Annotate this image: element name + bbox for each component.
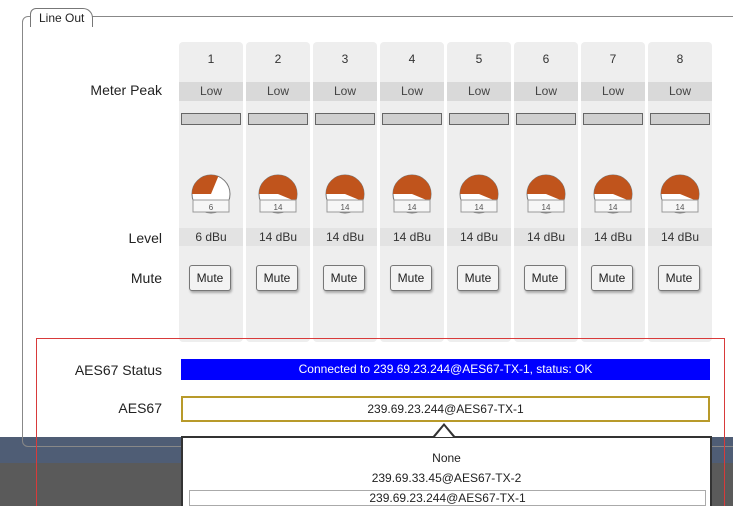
channel-number: 5: [475, 52, 483, 66]
meter-peak-value: Low: [514, 82, 578, 101]
mute-button[interactable]: Mute: [658, 265, 700, 291]
mute-button[interactable]: Mute: [189, 265, 231, 291]
knob-value-text: 14: [274, 203, 283, 212]
mute-button[interactable]: Mute: [390, 265, 432, 291]
knob-value-text: 14: [475, 203, 484, 212]
peak-meter-bar: [516, 113, 576, 125]
meter-peak-value: Low: [581, 82, 645, 101]
aes67-status-bar: Connected to 239.69.23.244@AES67-TX-1, s…: [181, 359, 710, 380]
mute-button[interactable]: Mute: [457, 265, 499, 291]
channel-number: 1: [207, 52, 215, 66]
peak-meter-bar: [382, 113, 442, 125]
level-value: 14 dBu: [514, 228, 578, 246]
mute-label: Mute: [130, 270, 162, 286]
level-value: 14 dBu: [447, 228, 511, 246]
mute-button[interactable]: Mute: [524, 265, 566, 291]
meter-peak-value: Low: [246, 82, 310, 101]
level-knob[interactable]: 14: [658, 170, 702, 214]
level-label: Level: [128, 230, 162, 246]
peak-meter-bar: [650, 113, 710, 125]
peak-meter-bar: [583, 113, 643, 125]
peak-meter-bar: [181, 113, 241, 125]
knob-value-text: 6: [209, 203, 214, 212]
level-value: 14 dBu: [246, 228, 310, 246]
level-value: 14 dBu: [380, 228, 444, 246]
meter-peak-value: Low: [313, 82, 377, 101]
meter-peak-value: Low: [380, 82, 444, 101]
mute-button[interactable]: Mute: [591, 265, 633, 291]
knob-value-text: 14: [542, 203, 551, 212]
channel-number: 6: [542, 52, 550, 66]
level-knob[interactable]: 14: [256, 170, 300, 214]
channel-number: 7: [609, 52, 617, 66]
dropdown-caret-inner: [435, 426, 453, 437]
knob-value-text: 14: [609, 203, 618, 212]
peak-meter-bar: [449, 113, 509, 125]
level-value: 14 dBu: [313, 228, 377, 246]
meter-peak-value: Low: [648, 82, 712, 101]
dropdown-option-tx2[interactable]: 239.69.33.45@AES67-TX-2: [183, 471, 710, 485]
knob-value-text: 14: [676, 203, 685, 212]
level-value: 14 dBu: [648, 228, 712, 246]
mute-button[interactable]: Mute: [323, 265, 365, 291]
meter-peak-value: Low: [179, 82, 243, 101]
level-knob[interactable]: 14: [524, 170, 568, 214]
level-value: 14 dBu: [581, 228, 645, 246]
dropdown-option-none[interactable]: None: [183, 451, 710, 465]
meter-peak-label: Meter Peak: [90, 82, 162, 98]
level-knob[interactable]: 14: [457, 170, 501, 214]
level-value: 6 dBu: [179, 228, 243, 246]
channel-number: 8: [676, 52, 684, 66]
channel-number: 2: [274, 52, 282, 66]
meter-peak-value: Low: [447, 82, 511, 101]
knob-value-text: 14: [408, 203, 417, 212]
level-knob[interactable]: 6: [189, 170, 233, 214]
panel-title: Line Out: [30, 8, 94, 27]
dropdown-option-tx1[interactable]: 239.69.23.244@AES67-TX-1: [189, 490, 706, 506]
peak-meter-bar: [248, 113, 308, 125]
aes67-dropdown-list: None 239.69.33.45@AES67-TX-2 239.69.23.2…: [181, 436, 712, 506]
level-knob[interactable]: 14: [323, 170, 367, 214]
mute-button[interactable]: Mute: [256, 265, 298, 291]
level-knob[interactable]: 14: [390, 170, 434, 214]
knob-value-text: 14: [341, 203, 350, 212]
peak-meter-bar: [315, 113, 375, 125]
channel-number: 4: [408, 52, 416, 66]
level-knob[interactable]: 14: [591, 170, 635, 214]
channel-number: 3: [341, 52, 349, 66]
aes67-stream-select[interactable]: 239.69.23.244@AES67-TX-1: [181, 396, 710, 422]
